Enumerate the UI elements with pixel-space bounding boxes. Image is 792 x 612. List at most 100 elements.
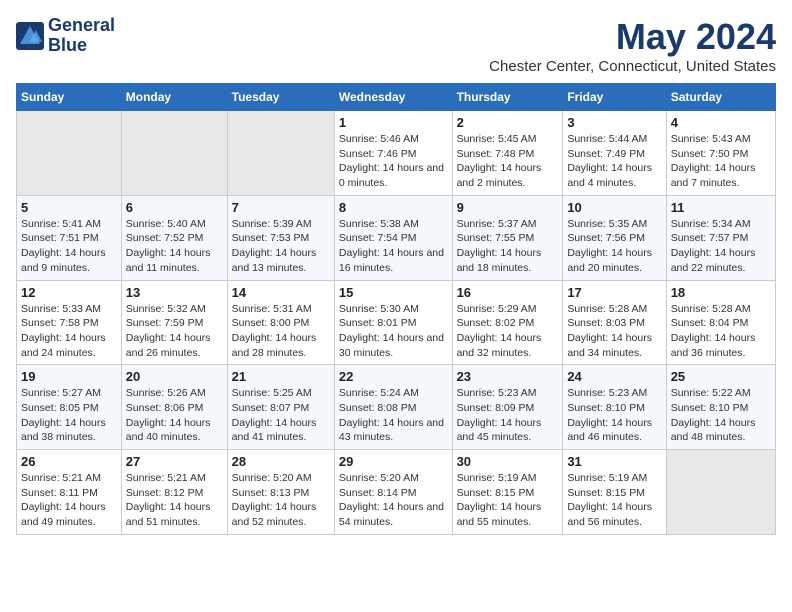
cell-info: Sunrise: 5:35 AMSunset: 7:56 PMDaylight:… (567, 217, 661, 276)
day-number: 9 (457, 200, 559, 215)
cell-info: Sunrise: 5:40 AMSunset: 7:52 PMDaylight:… (126, 217, 223, 276)
weekday-header-friday: Friday (563, 84, 666, 111)
weekday-header-row: SundayMondayTuesdayWednesdayThursdayFrid… (17, 84, 776, 111)
cell-info: Sunrise: 5:46 AMSunset: 7:46 PMDaylight:… (339, 132, 448, 191)
calendar-cell: 17 Sunrise: 5:28 AMSunset: 8:03 PMDayligh… (563, 280, 666, 365)
cell-info: Sunrise: 5:20 AMSunset: 8:13 PMDaylight:… (232, 471, 330, 530)
page-header: General Blue May 2024 Chester Center, Co… (16, 16, 776, 75)
day-number: 12 (21, 285, 117, 300)
week-row-4: 19 Sunrise: 5:27 AMSunset: 8:05 PMDayligh… (17, 365, 776, 450)
calendar-cell: 21 Sunrise: 5:25 AMSunset: 8:07 PMDayligh… (227, 365, 334, 450)
week-row-5: 26Sunrise: 5:21 AMSunset: 8:11 PMDayligh… (17, 450, 776, 535)
day-number: 29 (339, 454, 448, 469)
cell-info: Sunrise: 5:43 AMSunset: 7:50 PMDaylight:… (671, 132, 771, 191)
calendar-cell (227, 111, 334, 196)
day-number: 22 (339, 369, 448, 384)
calendar-cell: 18 Sunrise: 5:28 AMSunset: 8:04 PMDayligh… (666, 280, 775, 365)
cell-info: Sunrise: 5:19 AMSunset: 8:15 PMDaylight:… (567, 471, 661, 530)
calendar-cell: 22 Sunrise: 5:24 AMSunset: 8:08 PMDayligh… (334, 365, 452, 450)
calendar-cell: 2 Sunrise: 5:45 AMSunset: 7:48 PMDaylight… (452, 111, 563, 196)
weekday-header-thursday: Thursday (452, 84, 563, 111)
calendar-cell: 4 Sunrise: 5:43 AMSunset: 7:50 PMDaylight… (666, 111, 775, 196)
day-number: 27 (126, 454, 223, 469)
day-number: 8 (339, 200, 448, 215)
cell-info: Sunrise: 5:39 AMSunset: 7:53 PMDaylight:… (232, 217, 330, 276)
cell-info: Sunrise: 5:26 AMSunset: 8:06 PMDaylight:… (126, 386, 223, 445)
week-row-1: 1 Sunrise: 5:46 AMSunset: 7:46 PMDaylight… (17, 111, 776, 196)
cell-info: Sunrise: 5:27 AMSunset: 8:05 PMDaylight:… (21, 386, 117, 445)
day-number: 4 (671, 115, 771, 130)
calendar-cell: 31 Sunrise: 5:19 AMSunset: 8:15 PMDayligh… (563, 450, 666, 535)
cell-info: Sunrise: 5:28 AMSunset: 8:04 PMDaylight:… (671, 302, 771, 361)
calendar-cell: 24Sunrise: 5:23 AMSunset: 8:10 PMDayligh… (563, 365, 666, 450)
calendar-cell: 6 Sunrise: 5:40 AMSunset: 7:52 PMDaylight… (121, 195, 227, 280)
day-number: 17 (567, 285, 661, 300)
calendar-cell: 26Sunrise: 5:21 AMSunset: 8:11 PMDayligh… (17, 450, 122, 535)
cell-info: Sunrise: 5:31 AMSunset: 8:00 PMDaylight:… (232, 302, 330, 361)
day-number: 25 (671, 369, 771, 384)
day-number: 5 (21, 200, 117, 215)
weekday-header-saturday: Saturday (666, 84, 775, 111)
weekday-header-wednesday: Wednesday (334, 84, 452, 111)
calendar-cell: 19 Sunrise: 5:27 AMSunset: 8:05 PMDayligh… (17, 365, 122, 450)
calendar-cell: 13Sunrise: 5:32 AMSunset: 7:59 PMDayligh… (121, 280, 227, 365)
calendar-cell: 14 Sunrise: 5:31 AMSunset: 8:00 PMDayligh… (227, 280, 334, 365)
cell-info: Sunrise: 5:33 AMSunset: 7:58 PMDaylight:… (21, 302, 117, 361)
day-number: 23 (457, 369, 559, 384)
day-number: 6 (126, 200, 223, 215)
day-number: 18 (671, 285, 771, 300)
cell-info: Sunrise: 5:29 AMSunset: 8:02 PMDaylight:… (457, 302, 559, 361)
week-row-3: 12 Sunrise: 5:33 AMSunset: 7:58 PMDayligh… (17, 280, 776, 365)
day-number: 3 (567, 115, 661, 130)
cell-info: Sunrise: 5:25 AMSunset: 8:07 PMDaylight:… (232, 386, 330, 445)
calendar-cell: 12 Sunrise: 5:33 AMSunset: 7:58 PMDayligh… (17, 280, 122, 365)
day-number: 31 (567, 454, 661, 469)
calendar-cell (121, 111, 227, 196)
weekday-header-tuesday: Tuesday (227, 84, 334, 111)
day-number: 14 (232, 285, 330, 300)
calendar-cell: 1 Sunrise: 5:46 AMSunset: 7:46 PMDaylight… (334, 111, 452, 196)
main-title: May 2024 (489, 16, 776, 58)
week-row-2: 5 Sunrise: 5:41 AMSunset: 7:51 PMDaylight… (17, 195, 776, 280)
subtitle: Chester Center, Connecticut, United Stat… (489, 58, 776, 75)
cell-info: Sunrise: 5:20 AMSunset: 8:14 PMDaylight:… (339, 471, 448, 530)
cell-info: Sunrise: 5:32 AMSunset: 7:59 PMDaylight:… (126, 302, 223, 361)
calendar-cell: 9 Sunrise: 5:37 AMSunset: 7:55 PMDaylight… (452, 195, 563, 280)
cell-info: Sunrise: 5:44 AMSunset: 7:49 PMDaylight:… (567, 132, 661, 191)
day-number: 15 (339, 285, 448, 300)
day-number: 10 (567, 200, 661, 215)
cell-info: Sunrise: 5:28 AMSunset: 8:03 PMDaylight:… (567, 302, 661, 361)
calendar-cell: 3 Sunrise: 5:44 AMSunset: 7:49 PMDaylight… (563, 111, 666, 196)
day-number: 28 (232, 454, 330, 469)
logo: General Blue (16, 16, 115, 56)
cell-info: Sunrise: 5:38 AMSunset: 7:54 PMDaylight:… (339, 217, 448, 276)
calendar-cell: 27 Sunrise: 5:21 AMSunset: 8:12 PMDayligh… (121, 450, 227, 535)
calendar-cell: 11Sunrise: 5:34 AMSunset: 7:57 PMDayligh… (666, 195, 775, 280)
day-number: 2 (457, 115, 559, 130)
weekday-header-monday: Monday (121, 84, 227, 111)
cell-info: Sunrise: 5:19 AMSunset: 8:15 PMDaylight:… (457, 471, 559, 530)
title-area: May 2024 Chester Center, Connecticut, Un… (489, 16, 776, 75)
calendar-cell: 8 Sunrise: 5:38 AMSunset: 7:54 PMDaylight… (334, 195, 452, 280)
day-number: 11 (671, 200, 771, 215)
cell-info: Sunrise: 5:21 AMSunset: 8:12 PMDaylight:… (126, 471, 223, 530)
calendar-cell (17, 111, 122, 196)
cell-info: Sunrise: 5:22 AMSunset: 8:10 PMDaylight:… (671, 386, 771, 445)
cell-info: Sunrise: 5:41 AMSunset: 7:51 PMDaylight:… (21, 217, 117, 276)
calendar-cell (666, 450, 775, 535)
day-number: 26 (21, 454, 117, 469)
calendar-cell: 25 Sunrise: 5:22 AMSunset: 8:10 PMDayligh… (666, 365, 775, 450)
cell-info: Sunrise: 5:37 AMSunset: 7:55 PMDaylight:… (457, 217, 559, 276)
day-number: 30 (457, 454, 559, 469)
day-number: 1 (339, 115, 448, 130)
logo-icon (16, 22, 44, 50)
day-number: 19 (21, 369, 117, 384)
calendar-cell: 23Sunrise: 5:23 AMSunset: 8:09 PMDayligh… (452, 365, 563, 450)
day-number: 20 (126, 369, 223, 384)
logo-text: General Blue (48, 16, 115, 56)
cell-info: Sunrise: 5:45 AMSunset: 7:48 PMDaylight:… (457, 132, 559, 191)
calendar-cell: 30 Sunrise: 5:19 AMSunset: 8:15 PMDayligh… (452, 450, 563, 535)
calendar-cell: 10 Sunrise: 5:35 AMSunset: 7:56 PMDayligh… (563, 195, 666, 280)
cell-info: Sunrise: 5:24 AMSunset: 8:08 PMDaylight:… (339, 386, 448, 445)
day-number: 21 (232, 369, 330, 384)
